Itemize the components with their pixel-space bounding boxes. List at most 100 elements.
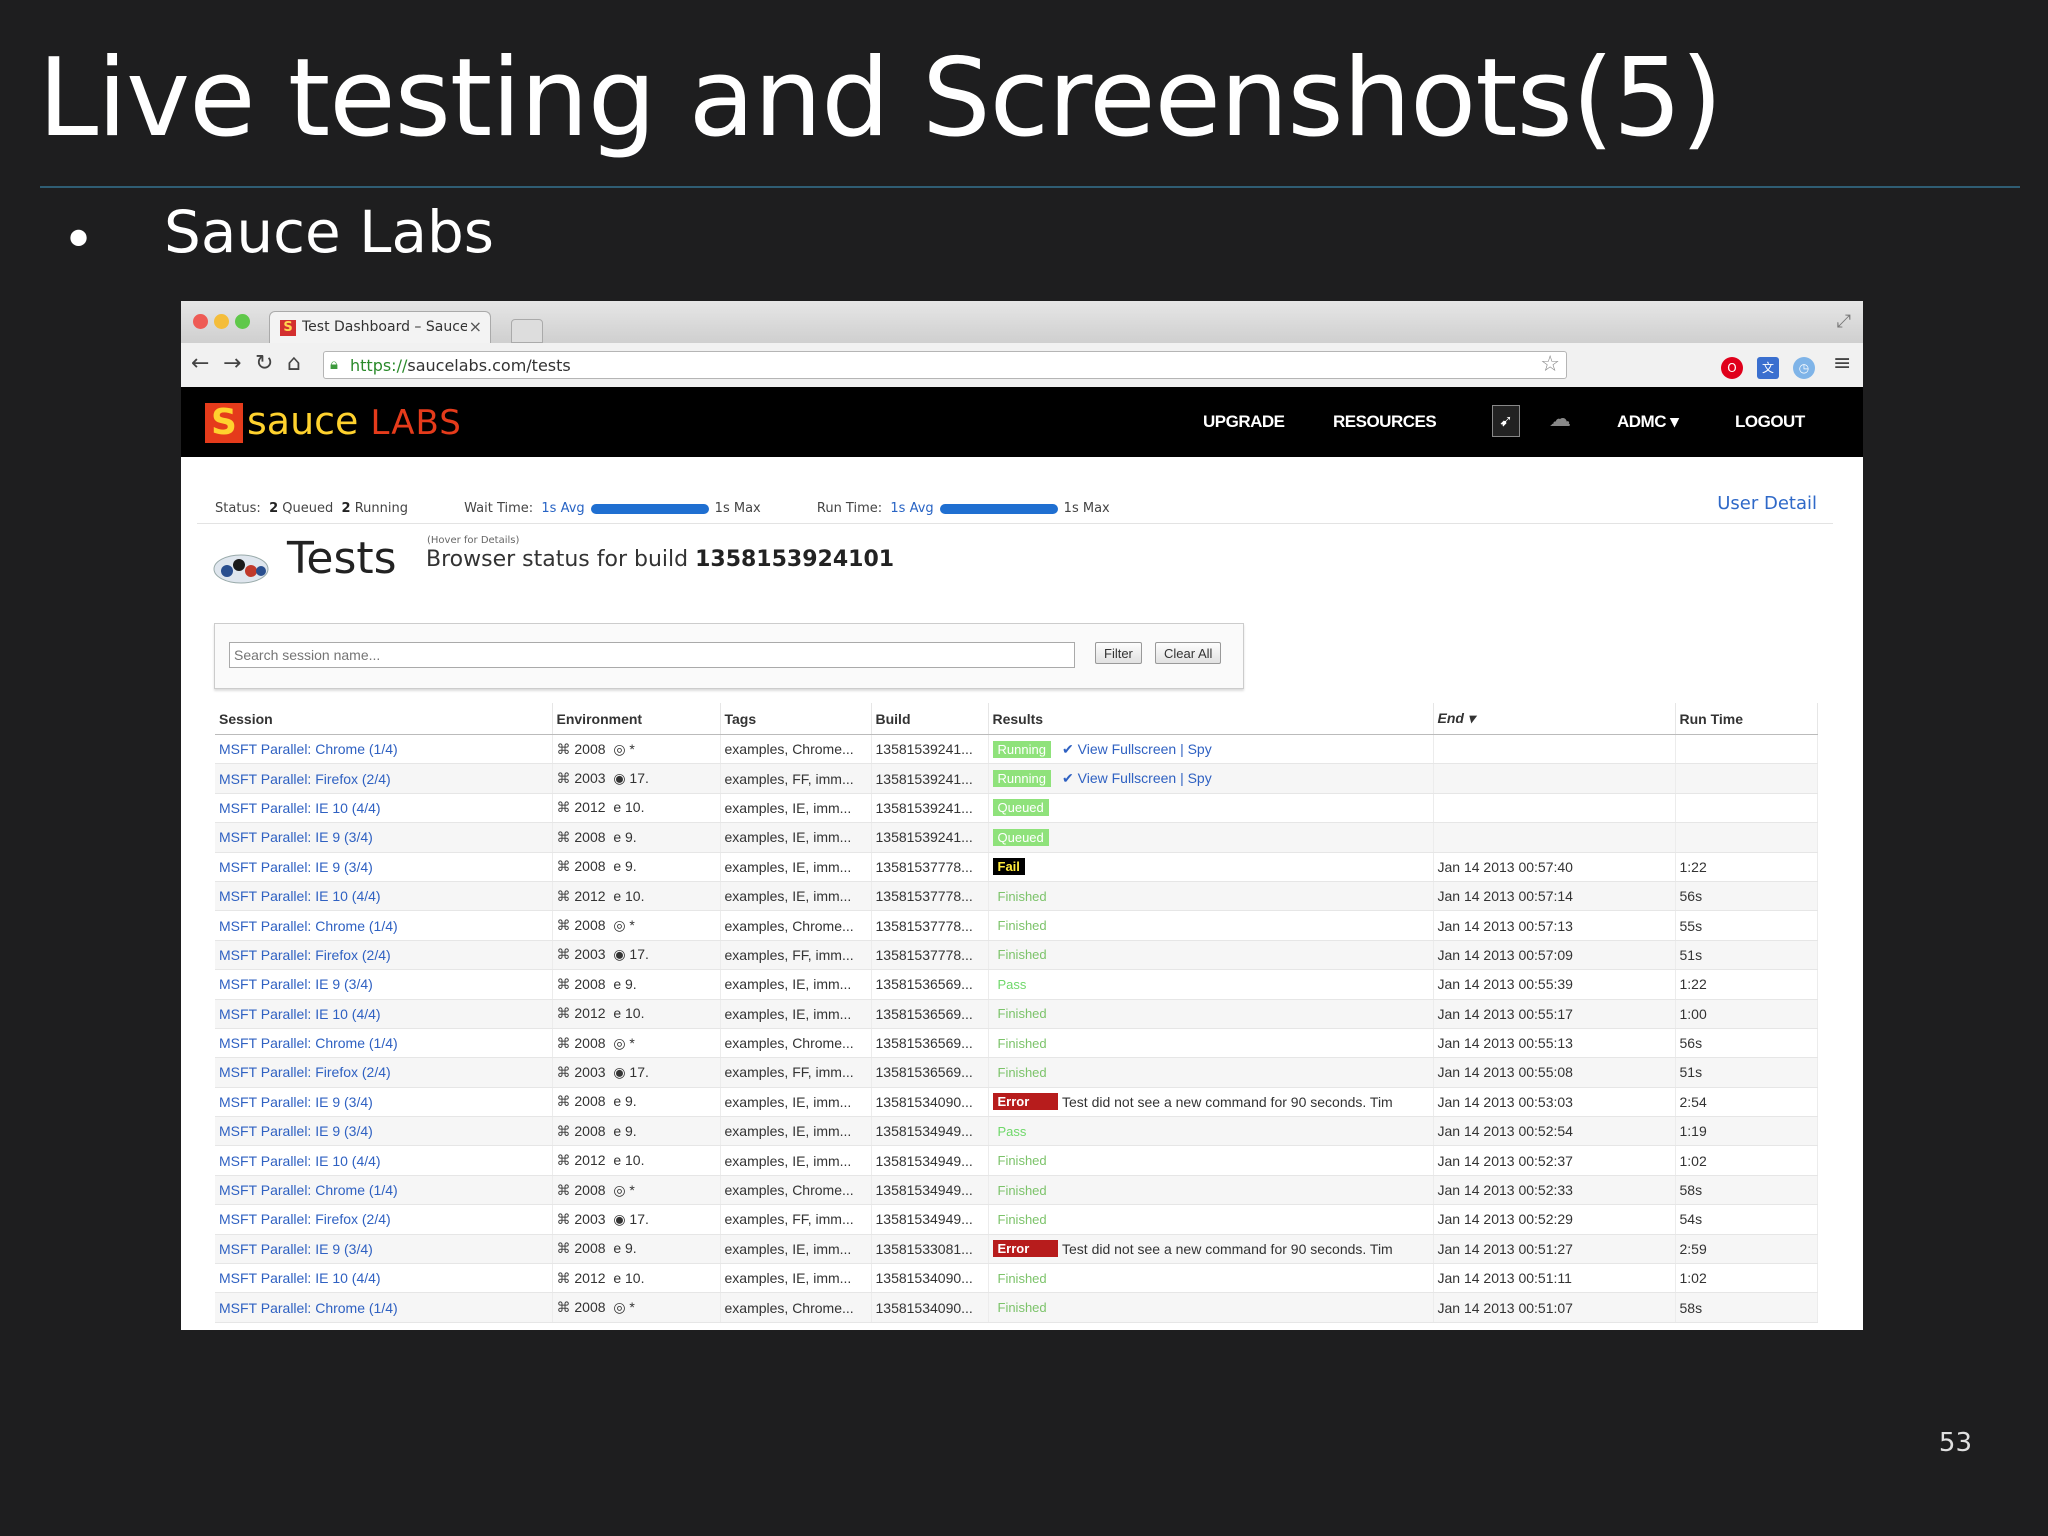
session-link[interactable]: MSFT Parallel: IE 10 (4/4): [215, 1263, 553, 1294]
table-row[interactable]: MSFT Parallel: IE 10 (4/4) ⌘ 2012 e 10. ex…: [215, 881, 1818, 912]
table-row[interactable]: MSFT Parallel: Firefox (2/4) ⌘ 2003 ◉ 17.…: [215, 1057, 1818, 1088]
nav-account-dropdown[interactable]: ADMC ▾: [1617, 412, 1679, 432]
session-link[interactable]: MSFT Parallel: Chrome (1/4): [215, 734, 553, 765]
table-row[interactable]: MSFT Parallel: IE 9 (3/4) ⌘ 2008 e 9. exam…: [215, 1234, 1818, 1265]
table-row[interactable]: MSFT Parallel: Firefox (2/4) ⌘ 2003 ◉ 17.…: [215, 940, 1818, 971]
sauce-logo-mark[interactable]: S: [205, 403, 243, 443]
tab-test-dashboard[interactable]: S Test Dashboard – Sauce Lab ×: [269, 311, 491, 344]
column-header-results[interactable]: Results: [988, 703, 1058, 735]
filter-button[interactable]: Filter: [1095, 642, 1142, 664]
fullscreen-icon[interactable]: ⤢: [1837, 311, 1851, 332]
table-row[interactable]: MSFT Parallel: IE 9 (3/4) ⌘ 2008 e 9. exam…: [215, 969, 1818, 1000]
session-link[interactable]: MSFT Parallel: Chrome (1/4): [215, 1292, 553, 1323]
reload-icon[interactable]: ↻: [255, 351, 273, 376]
table-row[interactable]: MSFT Parallel: Chrome (1/4) ⌘ 2008 ◎ * exa…: [215, 1292, 1818, 1323]
table-row[interactable]: MSFT Parallel: Chrome (1/4) ⌘ 2008 ◎ * exa…: [215, 1028, 1818, 1059]
end-time-cell: Jan 14 2013 00:52:37: [1433, 1145, 1676, 1176]
result-detail: [1058, 793, 1434, 824]
table-row[interactable]: MSFT Parallel: IE 10 (4/4) ⌘ 2012 e 10. ex…: [215, 793, 1818, 824]
table-row[interactable]: MSFT Parallel: Firefox (2/4) ⌘ 2003 ◉ 17.…: [215, 1204, 1818, 1235]
windows-icon: ⌘: [556, 887, 571, 904]
column-header-build[interactable]: Build: [871, 703, 989, 735]
table-row[interactable]: MSFT Parallel: IE 9 (3/4) ⌘ 2008 e 9. exam…: [215, 1087, 1818, 1118]
session-link[interactable]: MSFT Parallel: Firefox (2/4): [215, 940, 553, 971]
session-link[interactable]: MSFT Parallel: Firefox (2/4): [215, 1204, 553, 1235]
clear-all-button[interactable]: Clear All: [1155, 642, 1222, 664]
result-detail: Test did not see a new command for 90 se…: [1058, 1234, 1434, 1265]
session-link[interactable]: MSFT Parallel: IE 9 (3/4): [215, 1087, 553, 1118]
session-link[interactable]: MSFT Parallel: Firefox (2/4): [215, 763, 553, 794]
table-row[interactable]: MSFT Parallel: IE 9 (3/4) ⌘ 2008 e 9. exam…: [215, 822, 1818, 853]
home-icon[interactable]: ⌂: [287, 351, 301, 376]
table-row[interactable]: MSFT Parallel: Firefox (2/4) ⌘ 2003 ◉ 17.…: [215, 763, 1818, 794]
nav-resources[interactable]: RESOURCES: [1333, 412, 1437, 432]
star-icon[interactable]: ☆: [1540, 352, 1560, 377]
browser-version: e 10.: [613, 1005, 645, 1022]
run-time-cell: 1:19: [1675, 1116, 1818, 1147]
session-link[interactable]: MSFT Parallel: IE 9 (3/4): [215, 1234, 553, 1265]
windows-icon: ⌘: [556, 975, 571, 992]
translate-extension-icon[interactable]: 文: [1757, 357, 1779, 379]
search-session-input[interactable]: [229, 642, 1075, 668]
column-header-session[interactable]: Session: [215, 703, 553, 735]
minimize-window-button[interactable]: [214, 314, 229, 329]
session-link[interactable]: MSFT Parallel: IE 9 (3/4): [215, 852, 553, 882]
cursor-icon[interactable]: ➹: [1492, 405, 1520, 437]
new-tab-button[interactable]: [511, 319, 543, 343]
session-link[interactable]: MSFT Parallel: Firefox (2/4): [215, 1057, 553, 1088]
address-bar[interactable]: 🔒︎ https://saucelabs.com/tests ☆: [323, 351, 1567, 379]
session-link[interactable]: MSFT Parallel: Chrome (1/4): [215, 1175, 553, 1206]
table-row[interactable]: MSFT Parallel: IE 9 (3/4) ⌘ 2008 e 9. exam…: [215, 852, 1818, 882]
end-time-cell: Jan 14 2013 00:57:40: [1433, 852, 1676, 882]
table-row[interactable]: MSFT Parallel: IE 9 (3/4) ⌘ 2008 e 9. exam…: [215, 1116, 1818, 1147]
nav-logout[interactable]: LOGOUT: [1735, 412, 1805, 432]
title-divider: [40, 186, 2020, 188]
zoom-window-button[interactable]: [235, 314, 250, 329]
session-link[interactable]: MSFT Parallel: IE 9 (3/4): [215, 1116, 553, 1147]
cloud-icon[interactable]: ☁: [1549, 407, 1571, 432]
forward-arrow-icon[interactable]: →: [223, 351, 241, 376]
table-row[interactable]: MSFT Parallel: Chrome (1/4) ⌘ 2008 ◎ * exa…: [215, 734, 1818, 765]
table-row[interactable]: MSFT Parallel: IE 10 (4/4) ⌘ 2012 e 10. ex…: [215, 1145, 1818, 1176]
opera-extension-icon[interactable]: O: [1721, 357, 1743, 379]
session-link[interactable]: MSFT Parallel: IE 9 (3/4): [215, 969, 553, 1000]
session-link[interactable]: MSFT Parallel: Chrome (1/4): [215, 910, 553, 941]
lock-icon: 🔒︎: [330, 355, 338, 373]
build-status[interactable]: Browser status for build 1358153924101: [426, 547, 894, 572]
session-link[interactable]: MSFT Parallel: IE 10 (4/4): [215, 999, 553, 1029]
session-link[interactable]: MSFT Parallel: IE 10 (4/4): [215, 1145, 553, 1176]
sauce-favicon-icon: S: [280, 320, 296, 336]
browser-version: e 10.: [613, 887, 645, 904]
build-cell: 13581539241...: [871, 793, 989, 824]
table-row[interactable]: MSFT Parallel: IE 10 (4/4) ⌘ 2012 e 10. ex…: [215, 1263, 1818, 1294]
result-detail[interactable]: ✔ View Fullscreen | Spy: [1058, 734, 1434, 765]
table-row[interactable]: MSFT Parallel: Chrome (1/4) ⌘ 2008 ◎ * exa…: [215, 1175, 1818, 1206]
tab-close-icon[interactable]: ×: [469, 317, 482, 336]
run-time-cell: 1:02: [1675, 1145, 1818, 1176]
clock-extension-icon[interactable]: ◷: [1793, 357, 1815, 379]
environment-cell: ⌘ 2012 e 10.: [552, 881, 721, 912]
windows-icon: ⌘: [556, 799, 571, 816]
session-link[interactable]: MSFT Parallel: IE 9 (3/4): [215, 822, 553, 853]
result-badge: Finished: [997, 1064, 1047, 1080]
sauce-logo-text[interactable]: sauce LABS: [247, 399, 462, 443]
column-header-tags[interactable]: Tags: [720, 703, 872, 735]
environment-cell: ⌘ 2008 e 9.: [552, 1116, 721, 1147]
session-link[interactable]: MSFT Parallel: Chrome (1/4): [215, 1028, 553, 1059]
result-detail[interactable]: ✔ View Fullscreen | Spy: [1058, 763, 1434, 794]
session-link[interactable]: MSFT Parallel: IE 10 (4/4): [215, 881, 553, 912]
hamburger-menu-icon[interactable]: ≡: [1833, 351, 1851, 376]
tags-cell: examples, Chrome...: [720, 1292, 872, 1323]
result-badge: Finished: [997, 1182, 1047, 1198]
windows-icon: ⌘: [556, 858, 571, 875]
back-arrow-icon[interactable]: ←: [191, 351, 209, 376]
close-window-button[interactable]: [193, 314, 208, 329]
column-header-run-time[interactable]: Run Time: [1675, 703, 1818, 735]
column-header-environment[interactable]: Environment: [552, 703, 721, 735]
session-link[interactable]: MSFT Parallel: IE 10 (4/4): [215, 793, 553, 824]
table-row[interactable]: MSFT Parallel: Chrome (1/4) ⌘ 2008 ◎ * exa…: [215, 910, 1818, 941]
user-detail-link[interactable]: User Detail: [1717, 493, 1817, 514]
nav-upgrade[interactable]: UPGRADE: [1203, 412, 1285, 432]
column-header-end[interactable]: End ▾: [1433, 703, 1676, 735]
table-row[interactable]: MSFT Parallel: IE 10 (4/4) ⌘ 2012 e 10. ex…: [215, 999, 1818, 1029]
